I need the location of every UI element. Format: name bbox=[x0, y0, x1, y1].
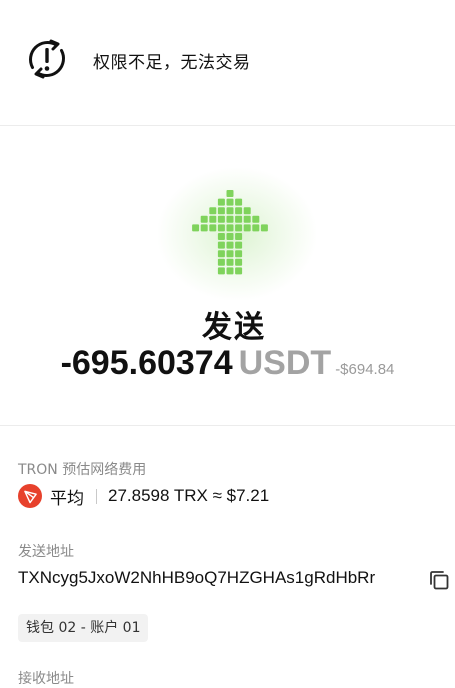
amount-fiat-value: -$694.84 bbox=[335, 361, 395, 378]
divider bbox=[0, 125, 455, 126]
transaction-type-title: 发送 bbox=[202, 310, 266, 345]
sender-address: TXNcyg5JxoW2NhHB9oQ7HZGHAs1gRdHbRr bbox=[18, 568, 376, 587]
copy-icon[interactable] bbox=[428, 569, 450, 591]
amount-value: -695.60374 bbox=[60, 344, 233, 382]
receiver-address-label: 接收地址 bbox=[18, 671, 74, 687]
divider bbox=[0, 425, 455, 426]
amount-currency: USDT bbox=[238, 344, 332, 382]
warning-text: 权限不足，无法交易 bbox=[93, 53, 251, 73]
amount-row: -695.60374 USDT -$694.84 bbox=[0, 344, 455, 383]
send-arrow-icon bbox=[192, 190, 268, 275]
sender-wallet-tag: 钱包 02 - 账户 01 bbox=[18, 614, 149, 642]
network-fee-label: TRON 预估网络费用 bbox=[18, 462, 147, 478]
fee-speed-label: 平均 bbox=[50, 488, 84, 509]
fee-value: 27.8598 TRX ≈ $7.21 bbox=[108, 486, 270, 505]
separator bbox=[96, 488, 97, 504]
network-fee-row[interactable]: 平均 27.8598 TRX ≈ $7.21 bbox=[18, 483, 269, 509]
alert-cycle-icon bbox=[29, 39, 65, 79]
tron-logo-icon bbox=[18, 484, 42, 508]
sender-address-label: 发送地址 bbox=[18, 544, 74, 560]
permission-warning-bar: 权限不足，无法交易 bbox=[0, 0, 455, 125]
